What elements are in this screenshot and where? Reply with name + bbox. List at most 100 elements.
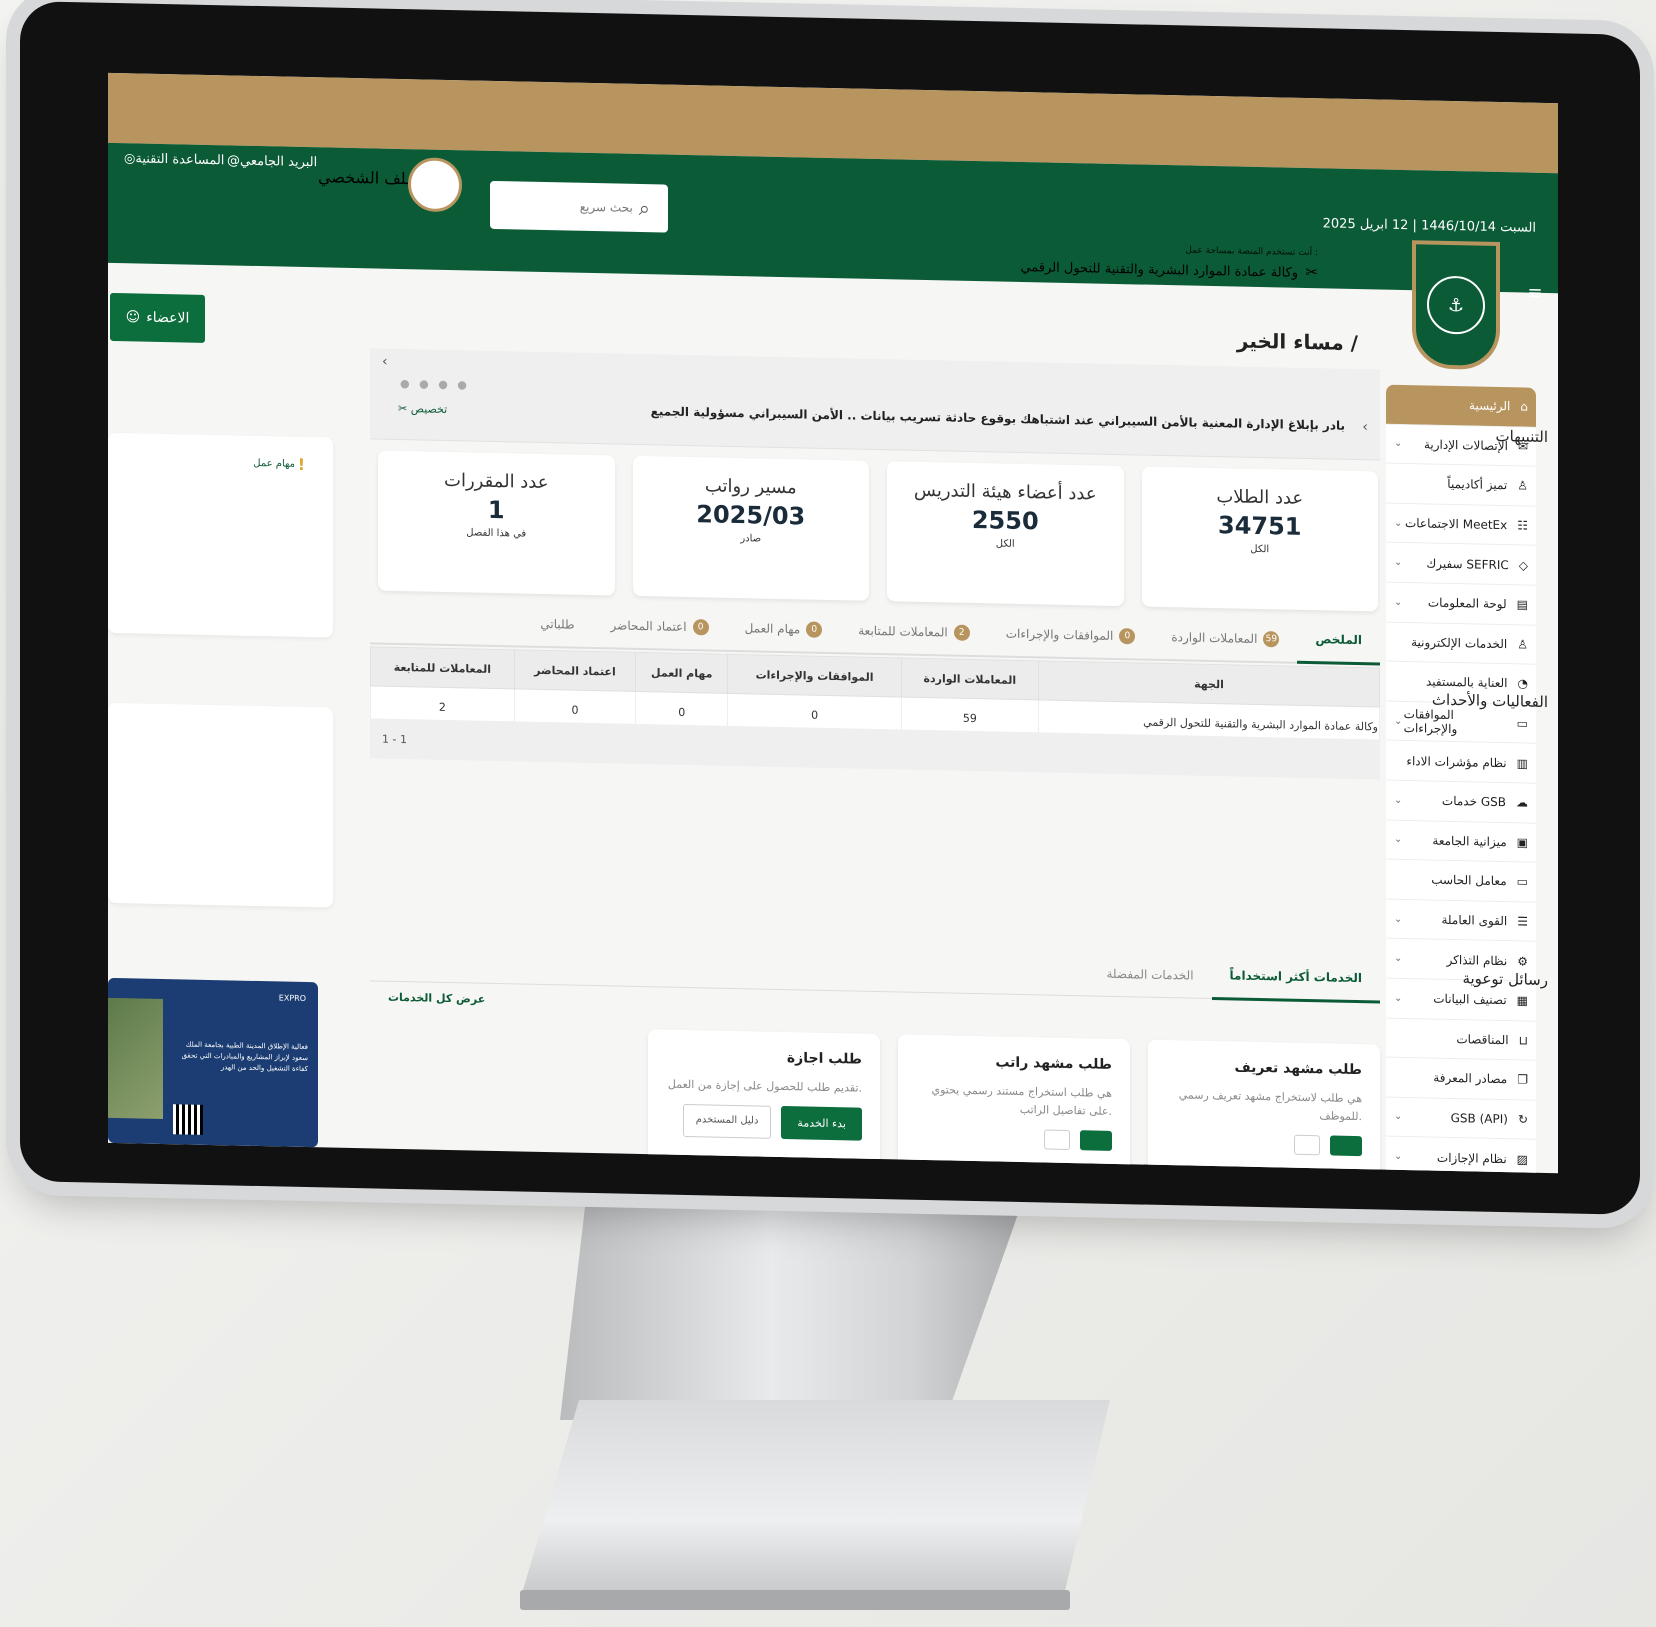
column-header[interactable]: اعتماد المحاضر	[514, 649, 636, 692]
sidebar-item[interactable]: الخدمات الإلكترونية ♙	[1386, 622, 1536, 665]
events-title: الفعاليات والأحداث	[1431, 690, 1548, 712]
sidebar-item[interactable]: المناقصات ⊔	[1386, 1018, 1536, 1061]
sidebar-item[interactable]: ⌄ ميزانية الجامعة ▣	[1386, 820, 1536, 863]
sidebar-item-label: نظام التذاكر	[1446, 952, 1508, 968]
column-header[interactable]: المعاملات الواردة	[901, 657, 1039, 700]
members-button[interactable]: ☺ الاعضاء	[110, 292, 205, 343]
service-title: طلب مشهد راتب	[995, 1054, 1112, 1073]
tools-icon: ✂	[398, 401, 411, 416]
user-guide-button[interactable]	[1044, 1129, 1070, 1151]
banner-prev-icon[interactable]: ‹	[382, 354, 388, 370]
stat-card: عدد المقررات 1 في هذا الفصل	[378, 450, 615, 596]
start-service-button[interactable]	[1330, 1135, 1362, 1157]
service-cards: طلب مشهد تعريف هي طلب لاستخراج مشهد تعريف…	[648, 1029, 1380, 1174]
awareness-title: رسائل توعوية	[1462, 969, 1548, 990]
sidebar-item-label: الاجتماعات MeetEx	[1404, 516, 1508, 533]
tab-most-used[interactable]: الخدمات أكثر استخداماً	[1211, 952, 1380, 1004]
sidebar-item[interactable]: ⌄ خدمات GSB ☁	[1386, 780, 1536, 824]
budget-icon: ▣	[1516, 835, 1528, 850]
sidebar-item-label: مصادر المعرفة	[1433, 1071, 1508, 1087]
column-header[interactable]: الموافقات والإجراءات	[727, 654, 902, 697]
sidebar-item-content: لوحة المعلومات ▤	[1428, 596, 1528, 612]
sidebar-item-content: مصادر المعرفة ❐	[1433, 1071, 1528, 1087]
sidebar-item-label: ميزانية الجامعة	[1432, 833, 1507, 850]
sidebar-item[interactable]: ⌄ الاجتماعات MeetEx ☷	[1386, 503, 1536, 547]
sidebar-item[interactable]: تميز أكاديمياً ♙	[1386, 463, 1536, 507]
customize-link[interactable]: ✂ تخصيص	[398, 402, 447, 416]
awareness-poster[interactable]: EXPRO فعالية الإطلاق المدينة الطبية بجام…	[108, 977, 318, 1148]
qr-code	[173, 1104, 203, 1135]
workforce-icon: ☰	[1517, 914, 1528, 929]
banner-next-icon[interactable]: ‹	[1362, 419, 1368, 435]
tab-label: الموافقات والإجراءات	[1005, 626, 1114, 643]
sidebar-item-content: القوى العاملة ☰	[1441, 913, 1528, 929]
stat-title: عدد الطلاب	[1216, 486, 1304, 509]
view-all-services-link[interactable]: عرض كل الخدمات	[388, 991, 485, 1006]
summary-tab[interactable]: المعاملات للمتابعة 2	[840, 608, 987, 655]
screen: ◎المساعدة التقنية @البريد الجامعي الملف …	[108, 72, 1558, 1174]
count-badge: 59	[1263, 631, 1280, 648]
chevron-down-icon: ⌄	[1394, 1111, 1403, 1123]
stat-title: عدد المقررات	[444, 469, 549, 494]
announcement-banner: ‹ ● ● ● ● بادر بإبلاغ الإدارة المعنية با…	[370, 348, 1380, 461]
workspace-tools-icon[interactable]: ✂	[1305, 263, 1318, 281]
stat-card: مسير رواتب 2025/03 صادر	[632, 455, 869, 601]
sidebar-item-content: سفيرك SEFRIC ◇	[1426, 556, 1528, 572]
sidebar-item-label: معامل الحاسب	[1431, 873, 1507, 889]
services-tabs: الخدمات أكثر استخداماً الخدمات المفضلة	[370, 936, 1380, 1004]
folder-icon: ▭	[1516, 716, 1528, 731]
start-service-button[interactable]	[1080, 1130, 1112, 1151]
monitor-bezel: ◎المساعدة التقنية @البريد الجامعي الملف …	[20, 1, 1640, 1215]
tech-support-link[interactable]: ◎المساعدة التقنية	[120, 151, 224, 168]
sidebar-item[interactable]: نظام مؤشرات الاداء ▥	[1386, 740, 1536, 784]
sidebar-item[interactable]: ⌄ GSB (API) ↻	[1386, 1097, 1536, 1141]
chevron-down-icon: ⌄	[1394, 517, 1403, 529]
university-mail-link[interactable]: @البريد الجامعي	[223, 153, 317, 170]
service-card[interactable]: طلب مشهد راتب هي طلب استخراج مستند رسمي ي…	[898, 1034, 1130, 1174]
award-icon: ♙	[1517, 478, 1528, 494]
service-card[interactable]: طلب مشهد تعريف هي طلب لاستخراج مشهد تعريف…	[1148, 1039, 1380, 1174]
menu-icon[interactable]: ≡	[1520, 282, 1550, 323]
user-guide-button[interactable]	[1294, 1134, 1320, 1156]
sidebar-item[interactable]: معامل الحاسب ▭	[1386, 859, 1536, 903]
chart-icon: ▥	[1516, 756, 1528, 771]
sidebar-item-content: GSB (API) ↻	[1451, 1111, 1528, 1127]
summary-tab[interactable]: مهام العمل 0	[727, 606, 841, 652]
stat-subtitle: الكل	[995, 538, 1015, 550]
summary-tab[interactable]: طلباتي	[522, 602, 592, 647]
summary-tab[interactable]: الموافقات والإجراءات 0	[988, 611, 1154, 658]
service-card[interactable]: طلب اجازة تقديم طلب للحصول على إجازة من ا…	[648, 1029, 880, 1174]
leave-icon: ▨	[1516, 1151, 1528, 1167]
user-guide-button[interactable]: دليل المستخدم	[682, 1103, 772, 1139]
stat-title: عدد أعضاء هيئة التدريس	[913, 479, 1097, 505]
sidebar-item[interactable]: ⌄ سفيرك SEFRIC ◇	[1386, 543, 1536, 586]
summary-tab[interactable]: الملخص	[1297, 616, 1380, 666]
sidebar-item-content: الموافقات والإجراءات ▭	[1404, 707, 1528, 738]
poster-text: فعالية الإطلاق المدينة الطبية بجامعة الم…	[181, 1040, 308, 1074]
sidebar-item-label: لوحة المعلومات	[1427, 595, 1507, 612]
sidebar-item-content: نظام مؤشرات الاداء ▥	[1406, 754, 1528, 771]
sidebar-item[interactable]: مصادر المعرفة ❐	[1386, 1057, 1536, 1101]
summary-tab[interactable]: اعتماد المحاضر 0	[593, 603, 727, 650]
column-header[interactable]: المعاملات للمتابعة	[370, 646, 515, 689]
computer-icon: ▭	[1516, 874, 1528, 890]
sidebar-item[interactable]: ⌄ نظام الإجازات ▨	[1386, 1136, 1536, 1174]
sidebar-item-content: الخدمات الإلكترونية ♙	[1411, 635, 1528, 651]
sidebar-item[interactable]: الرئيسية ⌂	[1386, 384, 1536, 428]
summary-tab[interactable]: المعاملات الواردة 59	[1153, 615, 1297, 662]
sidebar-item[interactable]: ⌄ القوى العاملة ☰	[1386, 899, 1536, 943]
sidebar-item-content: نظام التذاكر ⚙	[1447, 953, 1528, 969]
tab-favorites[interactable]: الخدمات المفضلة	[1089, 951, 1212, 998]
sidebar-item[interactable]: ⌄ لوحة المعلومات ▤	[1386, 582, 1536, 626]
avatar[interactable]	[408, 157, 462, 213]
search-input[interactable]: بحث سريع ⌕	[490, 180, 668, 233]
monitor-foot	[520, 1590, 1070, 1610]
chevron-down-icon: ⌄	[1394, 1150, 1403, 1163]
banner-dots[interactable]: ● ● ● ●	[400, 377, 470, 391]
alert-item[interactable]: مهام عمل	[253, 458, 295, 470]
users-icon: ☺	[125, 309, 141, 326]
start-service-button[interactable]: بدء الخدمة	[781, 1105, 862, 1141]
column-header[interactable]: مهام العمل	[635, 652, 728, 694]
count-badge: 0	[1119, 628, 1136, 645]
sidebar-item-label: خدمات GSB	[1441, 794, 1506, 810]
